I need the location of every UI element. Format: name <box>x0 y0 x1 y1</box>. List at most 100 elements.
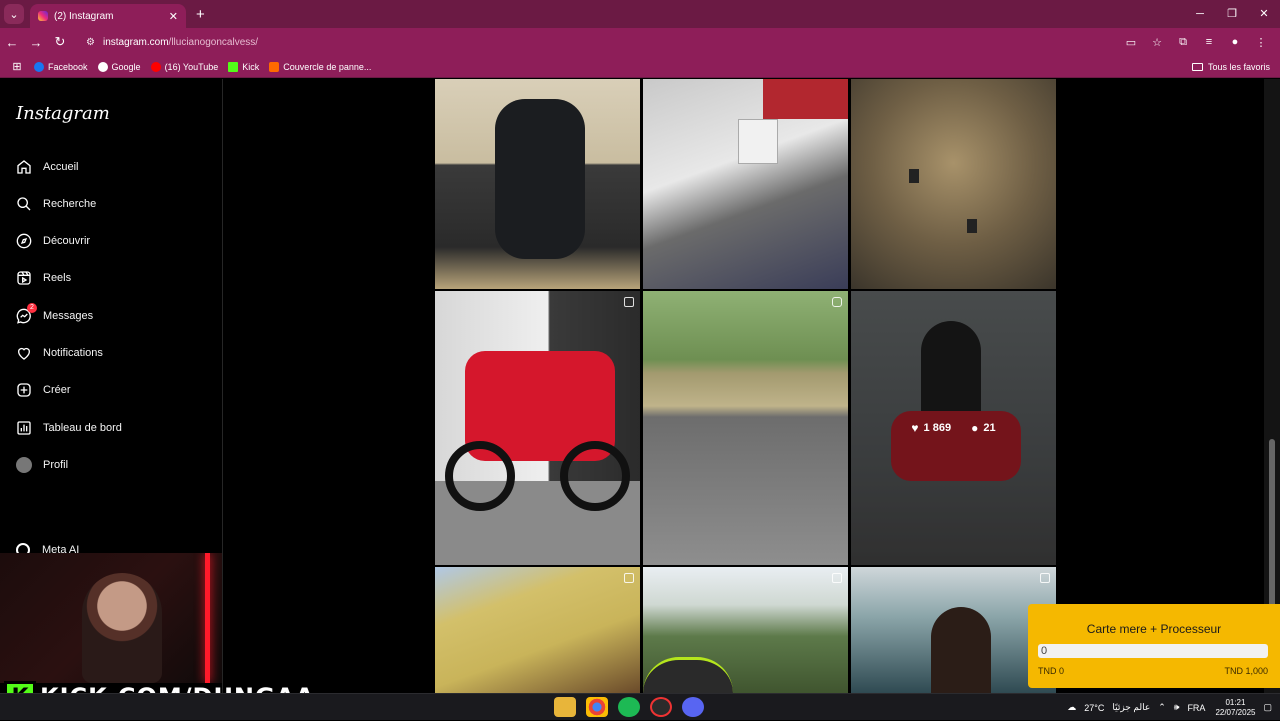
extensions-icon[interactable]: ⧉ <box>1170 36 1196 49</box>
site-info-icon[interactable]: ⚙ <box>86 37 95 48</box>
donation-max: TND 1,000 <box>1224 666 1268 676</box>
chrome-icon[interactable] <box>586 697 608 717</box>
nav-tableau-de-bord[interactable]: Tableau de bord <box>16 416 122 440</box>
shop-icon <box>269 61 280 72</box>
bookmarks-bar: ⊞ Facebook Google (16) YouTube Kick Couv… <box>0 56 1280 78</box>
forward-icon[interactable]: → <box>24 35 48 50</box>
kick-icon <box>228 61 239 72</box>
all-bookmarks[interactable]: Tous les favoris <box>1191 56 1270 78</box>
nav-messages[interactable]: 2 Messages <box>16 303 93 328</box>
page-scrollbar[interactable] <box>1264 79 1280 693</box>
comment-bubble-icon: ● <box>971 421 979 435</box>
messages-badge: 2 <box>27 303 37 313</box>
dashboard-icon <box>16 420 32 436</box>
nav-profil[interactable]: Profil <box>16 453 68 477</box>
webcam-overlay <box>0 553 222 683</box>
apps-grid-icon[interactable]: ⊞ <box>0 60 34 73</box>
nav-accueil[interactable]: Accueil <box>16 155 78 179</box>
facebook-icon <box>34 61 44 72</box>
cast-icon[interactable]: ▭ <box>1118 36 1144 49</box>
fuel-can-shape <box>738 119 778 164</box>
bookmark-youtube[interactable]: (16) YouTube <box>150 61 218 72</box>
tab-title: (2) Instagram <box>54 10 114 22</box>
donation-min: TND 0 <box>1038 666 1065 676</box>
instagram-logo[interactable]: Instagram <box>16 103 110 124</box>
tray-chevron-icon[interactable]: ⌃ <box>1158 702 1166 713</box>
post-thumbnail[interactable] <box>435 567 640 693</box>
multi-photo-icon <box>624 573 634 583</box>
volume-icon[interactable]: 🕪 <box>1174 702 1180 713</box>
heart-icon <box>16 345 32 361</box>
toolbar-actions: ▭ ☆ ⧉ ≡ ● ⋮ <box>1118 28 1274 56</box>
bookmark-kick[interactable]: Kick <box>228 61 259 72</box>
like-count: ♥ 1 869 <box>911 421 952 435</box>
profile-post-grid: ♥ 1 869 ● 21 <box>224 79 1264 693</box>
donation-goal-widget: Carte mere + Processeur 0 TND 0 TND 1,00… <box>1028 604 1280 688</box>
compass-icon <box>16 233 32 249</box>
nav-reels[interactable]: Reels <box>16 266 71 290</box>
reel-icon <box>832 297 842 307</box>
url-field[interactable]: ⚙ instagram.com/llucianogoncalvess/ <box>78 31 1078 53</box>
reels-icon <box>16 270 32 286</box>
post-thumbnail[interactable] <box>643 291 848 565</box>
search-icon <box>16 196 32 212</box>
url-host: instagram.com <box>102 36 169 48</box>
person-shape <box>931 607 991 693</box>
file-explorer-icon[interactable] <box>554 697 576 717</box>
new-tab-icon[interactable]: + <box>196 6 205 23</box>
avatar-icon <box>16 457 32 473</box>
minimize-icon[interactable]: ─ <box>1184 0 1216 28</box>
plus-square-icon <box>16 382 32 398</box>
taskbar-apps <box>554 697 714 719</box>
clock-time: 01:21 <box>1225 697 1246 707</box>
nav-creer[interactable]: Créer <box>16 378 71 402</box>
bookmark-star-icon[interactable]: ☆ <box>1144 36 1170 49</box>
bookmark-facebook[interactable]: Facebook <box>34 61 88 72</box>
bike-wheel-shape <box>560 441 630 511</box>
post-thumbnail[interactable] <box>435 291 640 565</box>
system-tray: ☁ 27°C عالم جزئيًا ⌃ 🕪 FRA 01:21 22/07/2… <box>1059 694 1272 721</box>
post-thumbnail-hovered[interactable]: ♥ 1 869 ● 21 <box>851 291 1056 565</box>
browser-tab[interactable]: (2) Instagram ✕ <box>30 4 186 28</box>
post-thumbnail[interactable] <box>643 79 848 289</box>
restore-icon[interactable]: ❐ <box>1216 0 1248 28</box>
profile-icon[interactable]: ● <box>1222 36 1248 48</box>
post-thumbnail[interactable] <box>435 79 640 289</box>
post-thumbnail[interactable] <box>643 567 848 693</box>
menu-kebab-icon[interactable]: ⋮ <box>1248 36 1274 49</box>
nav-recherche[interactable]: Recherche <box>16 192 96 216</box>
bookmark-couvercle[interactable]: Couvercle de panne... <box>269 61 371 72</box>
close-window-icon[interactable]: ✕ <box>1248 0 1280 28</box>
clock-date: 22/07/2025 <box>1215 707 1256 717</box>
obs-icon[interactable] <box>650 697 672 717</box>
back-icon[interactable]: ← <box>0 35 24 50</box>
taskbar-clock[interactable]: 01:21 22/07/2025 <box>1215 698 1255 718</box>
donation-progress-bar: 0 <box>1038 644 1268 658</box>
media-control-icon[interactable]: ≡ <box>1196 36 1222 48</box>
tab-close-icon[interactable]: ✕ <box>169 10 178 23</box>
post-thumbnail[interactable] <box>851 567 1056 693</box>
weather-text: عالم جزئيًا <box>1112 702 1151 712</box>
post-thumbnail[interactable] <box>851 79 1056 289</box>
folder-icon <box>1191 63 1203 71</box>
donation-goal-title: Carte mere + Processeur <box>1086 622 1222 636</box>
windows-taskbar: ☁ 27°C عالم جزئيًا ⌃ 🕪 FRA 01:21 22/07/2… <box>0 693 1280 720</box>
language-indicator[interactable]: FRA <box>1187 703 1205 713</box>
nav-notifications[interactable]: Notifications <box>16 341 103 365</box>
heart-filled-icon: ♥ <box>911 421 919 435</box>
rider-shape <box>967 219 977 233</box>
nav-decouvrir[interactable]: Découvrir <box>16 229 90 253</box>
discord-icon[interactable] <box>682 697 704 717</box>
spotify-icon[interactable] <box>618 697 640 717</box>
bookmark-google[interactable]: Google <box>97 61 141 72</box>
window-controls: ─ ❐ ✕ <box>1184 0 1280 28</box>
reload-icon[interactable]: ↻ <box>48 34 72 50</box>
tab-search-icon[interactable]: ⌄ <box>4 4 24 24</box>
youtube-icon <box>150 61 161 72</box>
motorcycle-shape <box>495 99 585 259</box>
weather-temp[interactable]: 27°C <box>1084 703 1104 713</box>
messenger-icon: 2 <box>16 303 37 324</box>
multi-photo-icon <box>832 573 842 583</box>
google-icon <box>97 61 108 72</box>
notification-center-icon[interactable]: ▢ <box>1263 702 1272 713</box>
